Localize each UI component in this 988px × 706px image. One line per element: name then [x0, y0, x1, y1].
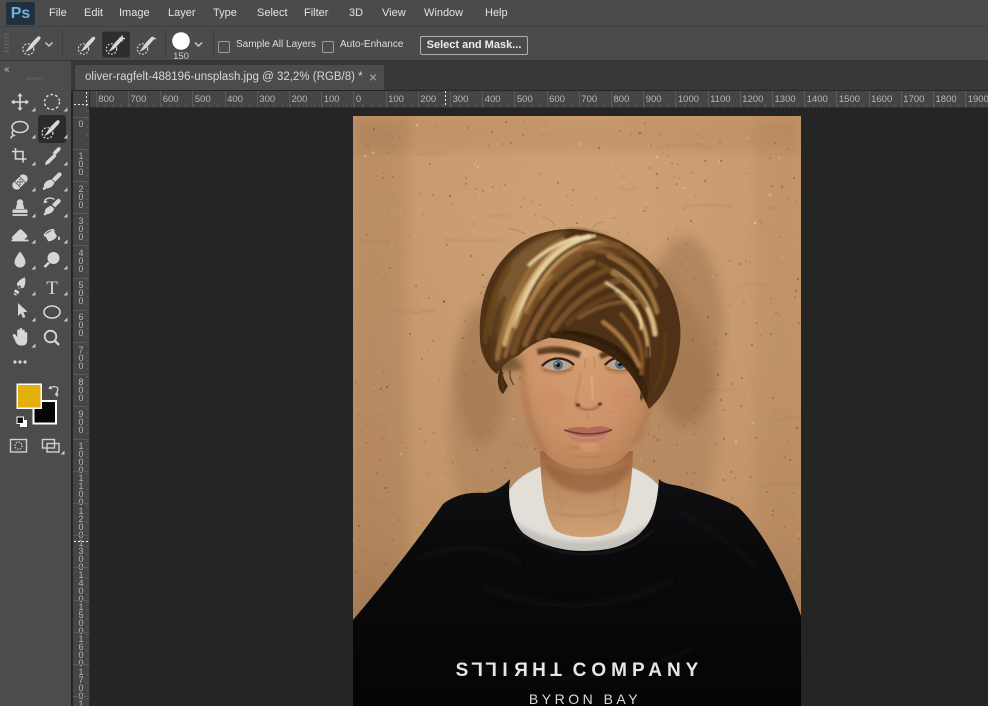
- svg-text:H: H: [532, 660, 546, 681]
- svg-text:R: R: [514, 660, 528, 681]
- svg-text:I: I: [502, 660, 507, 681]
- svg-text:«: «: [4, 64, 10, 75]
- svg-text:T: T: [550, 657, 562, 678]
- svg-text:L: L: [471, 657, 483, 678]
- svg-text:S: S: [456, 660, 469, 681]
- svg-text:BYRON BAY: BYRON BAY: [529, 691, 641, 706]
- svg-text:T: T: [46, 278, 58, 299]
- svg-text:150: 150: [173, 51, 189, 61]
- svg-text:COMPANY: COMPANY: [573, 660, 704, 681]
- svg-text:L: L: [485, 657, 497, 678]
